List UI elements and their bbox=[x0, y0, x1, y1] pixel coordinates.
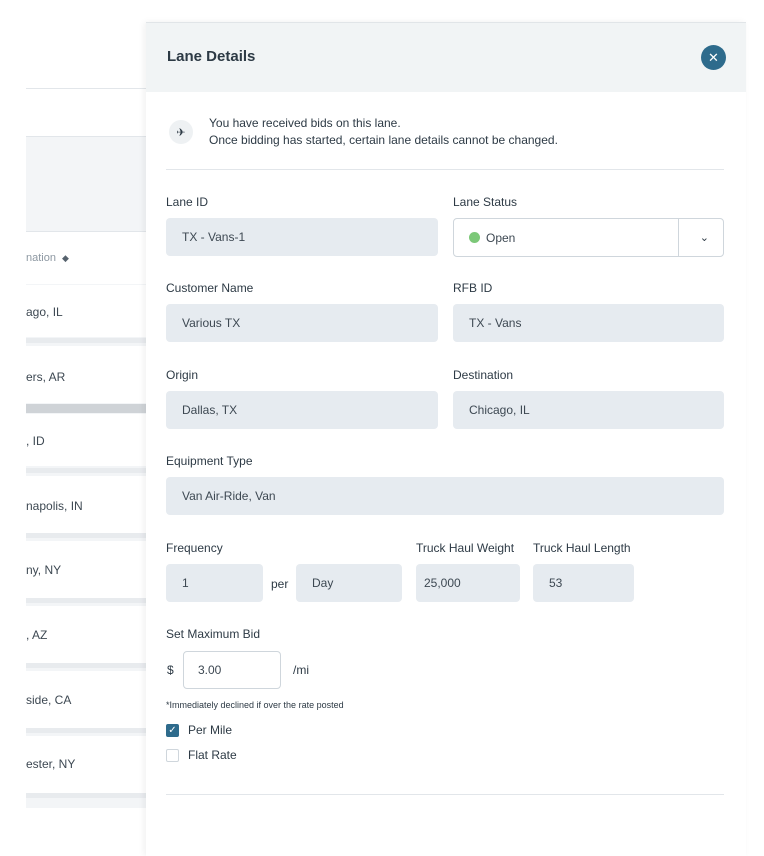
truck-haul-weight-label: Truck Haul Weight bbox=[416, 541, 515, 555]
truck-haul-weight-field[interactable]: 25,000 bbox=[416, 564, 520, 602]
lane-details-drawer: Lane Details ✕ ✈ You have received bids … bbox=[146, 22, 746, 856]
close-icon: ✕ bbox=[708, 49, 719, 65]
checkbox-unchecked[interactable] bbox=[166, 748, 179, 762]
background-table: nation ◆ ago, IL ers, AR , ID napolis, IN… bbox=[26, 0, 151, 808]
customer-name-label: Customer Name bbox=[166, 281, 254, 295]
frequency-count-field[interactable]: 1 bbox=[166, 564, 263, 602]
destination-label: Destination bbox=[453, 368, 514, 382]
max-bid-input[interactable]: 3.00 bbox=[183, 651, 281, 689]
table-row[interactable]: ny, NY bbox=[26, 563, 151, 577]
satellite-icon: ✈ bbox=[169, 120, 193, 144]
destination-field[interactable]: Chicago, IL bbox=[453, 391, 724, 429]
drawer-title: Lane Details bbox=[167, 48, 256, 65]
truck-haul-length-label: Truck Haul Length bbox=[533, 541, 631, 555]
table-toolbar bbox=[26, 89, 151, 136]
table-row[interactable]: , AZ bbox=[26, 628, 151, 642]
per-mile-unit: /mi bbox=[293, 663, 309, 677]
chevron-down-icon[interactable]: ⌄ bbox=[700, 231, 709, 244]
origin-field[interactable]: Dallas, TX bbox=[166, 391, 438, 429]
notice-line-1: You have received bids on this lane. bbox=[209, 116, 401, 130]
frequency-label: Frequency bbox=[166, 541, 223, 555]
currency-symbol: $ bbox=[167, 663, 174, 677]
frequency-unit-field[interactable]: Day bbox=[296, 564, 402, 602]
lane-id-field[interactable]: TX - Vans-1 bbox=[166, 218, 438, 256]
divider bbox=[166, 794, 724, 795]
rfb-id-field[interactable]: TX - Vans bbox=[453, 304, 724, 342]
max-bid-note: *Immediately declined if over the rate p… bbox=[166, 700, 344, 710]
table-row[interactable]: , ID bbox=[26, 434, 151, 448]
notice-line-2: Once bidding has started, certain lane d… bbox=[209, 133, 558, 147]
status-dot-icon bbox=[469, 232, 480, 243]
table-row[interactable]: side, CA bbox=[26, 693, 151, 707]
table-row[interactable]: ago, IL bbox=[26, 305, 151, 319]
flat-rate-label: Flat Rate bbox=[188, 748, 237, 762]
max-bid-label: Set Maximum Bid bbox=[166, 627, 261, 641]
per-label: per bbox=[271, 577, 289, 591]
equipment-type-field[interactable]: Van Air-Ride, Van bbox=[166, 477, 724, 515]
table-row[interactable]: ester, NY bbox=[26, 757, 151, 771]
lane-id-label: Lane ID bbox=[166, 195, 209, 209]
flat-rate-option[interactable]: Flat Rate bbox=[166, 748, 237, 762]
per-mile-label: Per Mile bbox=[188, 723, 233, 737]
truck-haul-length-field[interactable]: 53 bbox=[533, 564, 634, 602]
drawer-header: Lane Details ✕ bbox=[146, 23, 746, 92]
sort-icon[interactable]: ◆ bbox=[62, 253, 69, 263]
table-row[interactable]: napolis, IN bbox=[26, 499, 151, 513]
checkbox-checked[interactable]: ✓ bbox=[166, 723, 179, 737]
close-button[interactable]: ✕ bbox=[701, 45, 726, 70]
equipment-type-label: Equipment Type bbox=[166, 454, 253, 468]
lane-status-value: Open bbox=[486, 230, 516, 245]
lane-status-select[interactable]: Open ⌄ bbox=[453, 218, 724, 257]
lane-status-label: Lane Status bbox=[453, 195, 518, 209]
column-header-destination[interactable]: nation ◆ bbox=[26, 252, 69, 264]
divider bbox=[166, 169, 724, 170]
table-top bbox=[26, 0, 151, 88]
table-row[interactable]: ers, AR bbox=[26, 370, 151, 384]
origin-label: Origin bbox=[166, 368, 199, 382]
customer-name-field[interactable]: Various TX bbox=[166, 304, 438, 342]
per-mile-option[interactable]: ✓ Per Mile bbox=[166, 723, 232, 737]
rfb-id-label: RFB ID bbox=[453, 281, 493, 295]
